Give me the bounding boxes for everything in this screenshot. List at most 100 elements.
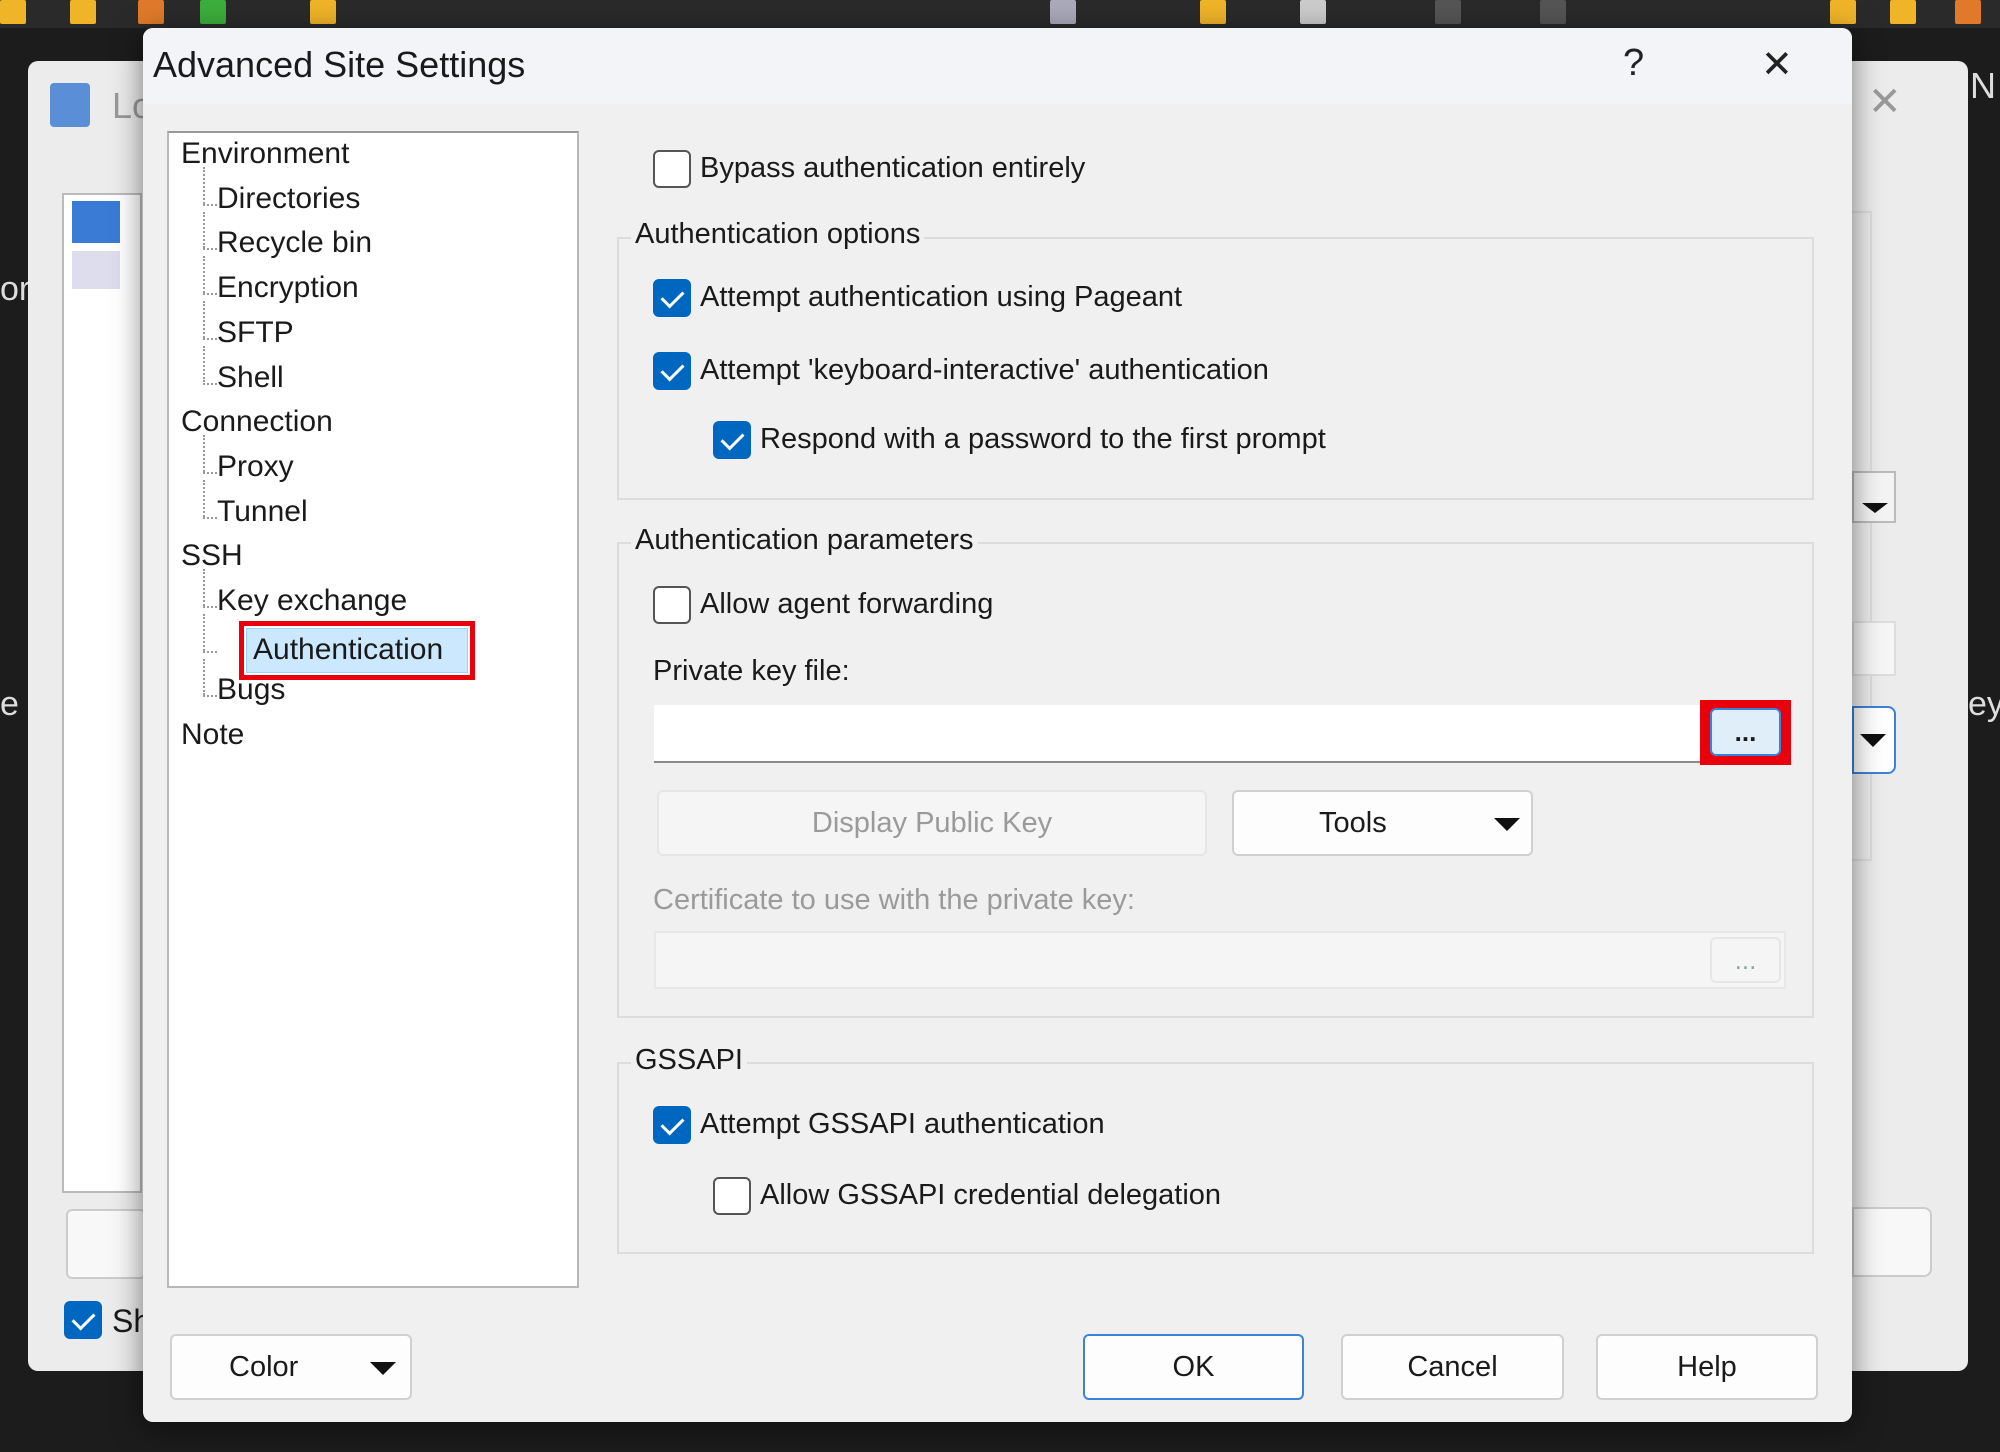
tree-connector [203,569,205,606]
background-close-button[interactable]: ✕ [1868,79,1902,125]
tree-connector [203,203,217,206]
gssapi-delegation-label: Allow GSSAPI credential delegation [760,1179,1222,1211]
chevron-down-icon [370,1362,396,1375]
tree-connector [203,516,217,519]
toolbar-icon [1830,0,1856,24]
tree-item-authentication[interactable]: Authentication [246,627,468,673]
app-icon [50,83,90,127]
tree-item-tunnel[interactable]: Tunnel [217,495,308,529]
tree-connector [203,337,217,340]
gssapi-attempt-checkbox[interactable] [653,1106,691,1144]
agent-forwarding-checkbox[interactable] [653,586,691,624]
tree-connector [203,471,217,474]
auth-options-legend: Authentication options [631,218,925,251]
background-button[interactable] [66,1209,146,1279]
agent-forwarding-label: Allow agent forwarding [700,588,994,620]
gssapi-delegation-checkbox[interactable] [713,1177,751,1215]
background-text: or [0,270,31,308]
tree-connector [203,293,217,296]
tree-item-recycle-bin[interactable]: Recycle bin [217,226,372,260]
settings-tree[interactable]: Environment Directories Recycle bin Encrypt… [167,131,579,1288]
tree-item-selected-highlight[interactable]: Authentication [239,620,475,680]
forward-icon [1540,0,1566,24]
tree-connector [203,345,205,383]
folder-icon [310,0,336,24]
toolbar-icon [0,0,26,24]
ok-button[interactable]: OK [1083,1334,1304,1400]
auth-params-legend: Authentication parameters [631,524,978,557]
folder-icon [1200,0,1226,24]
help-title-button[interactable]: ? [1623,42,1644,85]
background-text: N [1970,65,1996,106]
drive-icon [1050,0,1076,24]
port-spinner[interactable] [1852,471,1896,523]
tree-connector [203,382,217,385]
respond-password-checkbox[interactable] [713,421,751,459]
bypass-auth-checkbox[interactable] [653,150,691,188]
background-button[interactable] [1852,1207,1932,1277]
tree-connector [203,435,205,472]
refresh-icon [200,0,226,24]
tree-connector [203,695,217,698]
site-icon [72,201,120,243]
toolbar-icon [1890,0,1916,24]
tree-item-encryption[interactable]: Encryption [217,271,359,305]
background-input[interactable] [1852,621,1896,676]
pageant-checkbox[interactable] [653,279,691,317]
bypass-auth-label: Bypass authentication entirely [700,152,1086,184]
keyboard-interactive-checkbox[interactable] [653,352,691,390]
gssapi-legend: GSSAPI [631,1044,747,1077]
toolbar-icon [138,0,164,24]
tree-connector [203,167,205,204]
tree-connector [203,658,205,696]
back-icon [1435,0,1461,24]
color-dropdown-button[interactable]: Color [170,1334,412,1400]
gssapi-group [617,1062,1814,1254]
dialog-title: Advanced Site Settings [153,44,526,85]
certificate-input[interactable] [654,931,1786,989]
tree-item-shell[interactable]: Shell [217,361,284,395]
toolbar-icon [1955,0,1981,24]
tree-item-ssh[interactable]: SSH [181,539,243,573]
browse-private-key-button[interactable]: ... [1710,708,1781,756]
toolbar-icon [70,0,96,24]
browse-certificate-button[interactable]: ... [1710,937,1781,983]
background-dropdown[interactable] [1852,706,1896,774]
tree-item-proxy[interactable]: Proxy [217,450,294,484]
tree-item-environment[interactable]: Environment [181,137,349,171]
display-public-key-button[interactable]: Display Public Key [657,790,1207,856]
background-checkbox[interactable] [64,1301,102,1339]
tree-item-key-exchange[interactable]: Key exchange [217,584,407,618]
respond-password-label: Respond with a password to the first pro… [760,423,1326,455]
tree-connector [203,606,217,608]
cancel-button[interactable]: Cancel [1341,1334,1564,1400]
color-label: Color [229,1350,299,1383]
tree-item-directories[interactable]: Directories [217,182,360,216]
gssapi-attempt-label: Attempt GSSAPI authentication [700,1108,1105,1140]
chevron-down-icon [1494,818,1520,831]
private-key-label: Private key file: [653,655,850,687]
filter-icon [1300,0,1326,24]
tree-connector [203,211,205,249]
site-list[interactable] [62,193,142,1193]
tree-item-sftp[interactable]: SFTP [217,316,294,350]
tree-connector [203,248,217,251]
tools-label: Tools [1319,806,1387,839]
tree-item-connection[interactable]: Connection [181,405,333,439]
tree-item-bugs[interactable]: Bugs [217,673,285,707]
tree-connector [203,479,205,517]
tree-connector [203,301,205,338]
tree-connector [203,256,205,294]
private-key-input[interactable] [654,705,1700,763]
tools-dropdown-button[interactable]: Tools [1232,790,1533,856]
workspace-icon [72,251,120,289]
close-button[interactable]: ✕ [1761,42,1793,87]
pageant-label: Attempt authentication using Pageant [700,281,1183,313]
advanced-site-settings-dialog: Advanced Site Settings ? ✕ Environment Di… [143,28,1852,1422]
keyboard-interactive-label: Attempt 'keyboard-interactive' authentic… [700,354,1269,386]
tree-item-note[interactable]: Note [181,718,244,752]
background-toolbar [0,0,2000,28]
help-button[interactable]: Help [1596,1334,1818,1400]
tree-connector [203,614,205,651]
background-text: ey [1968,685,2000,723]
